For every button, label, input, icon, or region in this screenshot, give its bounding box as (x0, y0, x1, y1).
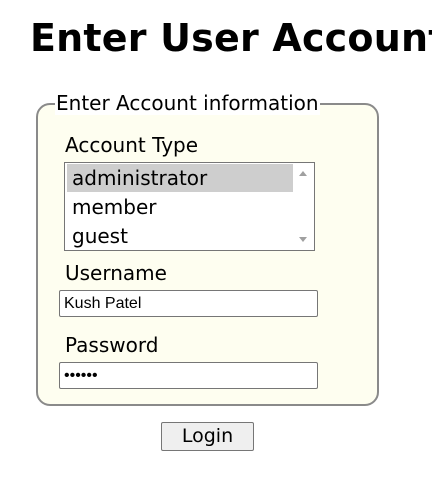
page-title: Enter User Account (30, 16, 432, 60)
option-member[interactable]: member (67, 193, 293, 221)
username-input[interactable]: Kush Patel (59, 290, 318, 317)
password-label: Password (65, 333, 159, 357)
username-label: Username (65, 261, 167, 285)
listbox-scrollbar[interactable] (293, 163, 314, 250)
scroll-up-arrow-icon[interactable] (299, 171, 307, 176)
login-button[interactable]: Login (161, 422, 254, 451)
password-input[interactable]: •••••• (59, 362, 318, 389)
account-type-label: Account Type (65, 133, 199, 157)
scroll-down-arrow-icon[interactable] (299, 237, 307, 242)
fieldset-legend: Enter Account information (55, 91, 320, 115)
option-guest[interactable]: guest (67, 222, 293, 250)
account-type-listbox[interactable]: administrator member guest (64, 162, 315, 251)
option-administrator[interactable]: administrator (67, 164, 293, 192)
